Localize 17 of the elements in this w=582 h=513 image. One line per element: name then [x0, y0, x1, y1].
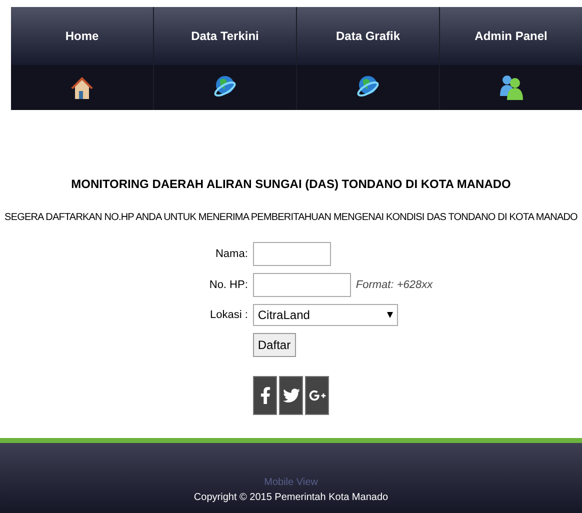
register-button[interactable]: Daftar — [252, 333, 296, 357]
users-icon — [498, 74, 524, 102]
dropdown-caret-icon — [386, 312, 393, 318]
house-icon — [71, 74, 93, 100]
copyright-text: Copyright © 2015 Pemerintah Kota Manado — [194, 491, 388, 505]
google-plus-icon[interactable] — [305, 376, 329, 415]
name-field[interactable] — [252, 242, 331, 266]
facebook-icon[interactable] — [253, 376, 277, 415]
location-label: Lokasi : — [209, 308, 248, 323]
twitter-icon[interactable] — [279, 376, 303, 415]
location-select[interactable]: CitraLand — [252, 304, 398, 326]
format-hint: Format: +628xx — [356, 278, 433, 293]
name-label: Nama: — [214, 246, 248, 262]
notice-text: SEGERA DAFTARKAN NO.HP ANDA UNTUK MENERIMA PEMBERITAHUAN MENGENAI KONDISI DAS TONDANO DI KOTA MANADO — [4, 211, 578, 225]
phone-field[interactable] — [252, 273, 351, 297]
phone-label: No. HP: — [209, 278, 248, 293]
page-title: MONITORING DAERAH ALIRAN SUNGAI (DAS) TONDANO DI KOTA MANADO — [71, 176, 511, 193]
